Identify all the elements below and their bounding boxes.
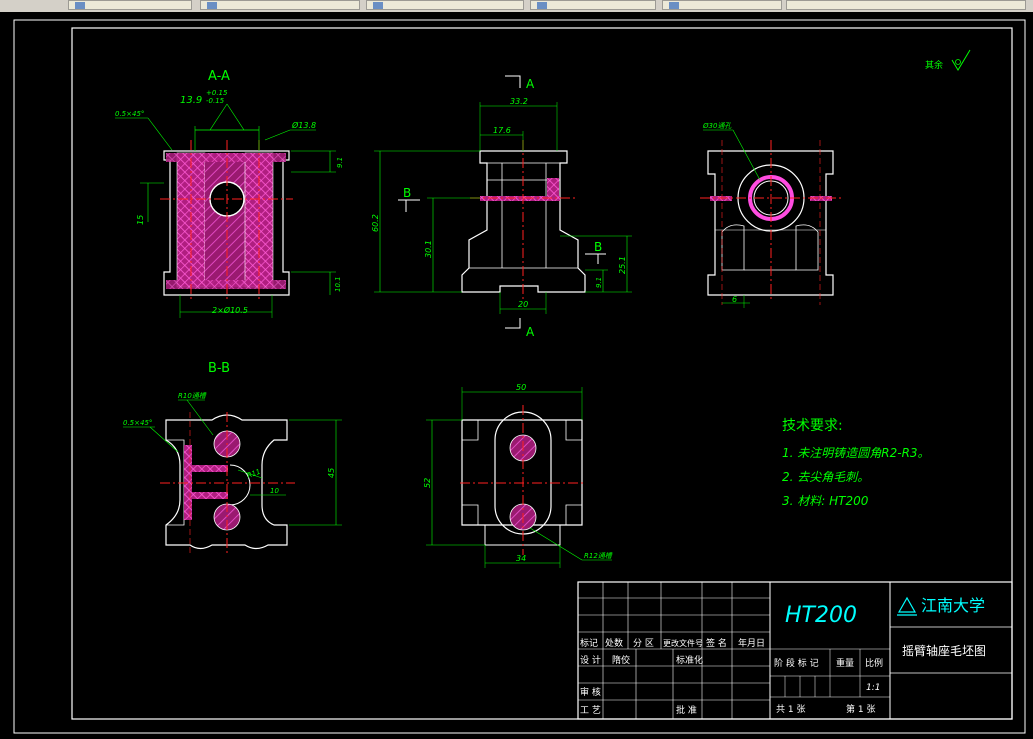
doc-tab-6[interactable] [786, 0, 1026, 10]
technical-requirements: 技术要求: 1. 未注明铸造圆角R2-R3。 2. 去尖角毛刺。 3. 材料: … [782, 418, 930, 508]
dim-91-a: 9.1 [336, 157, 344, 168]
svg-text:其余: 其余 [925, 59, 943, 71]
svg-text:+0.15: +0.15 [206, 89, 228, 97]
doc-tab-2[interactable] [200, 0, 360, 10]
label-bb: B-B [208, 361, 230, 376]
doc-tab-3[interactable] [366, 0, 524, 10]
side-view: Ø30通孔 6 [700, 122, 842, 308]
roughness-mark: 其余 [925, 49, 971, 71]
svg-text:A: A [526, 325, 535, 339]
dim-chamfer-top: 0.5×45° [115, 110, 144, 118]
dim-101: 10.1 [334, 276, 342, 292]
dim-6: 6 [732, 295, 737, 304]
dim-52: 52 [423, 478, 432, 488]
material-label: HT200 [785, 603, 857, 628]
section-view-bb: B-B R10通槽 0.5×45° R11 10 45 [123, 361, 342, 553]
svg-text:年月日: 年月日 [738, 637, 765, 649]
document-icon [373, 2, 383, 9]
section-view-aa: A-A 13.9 +0.15 -0.15 0.5×45° Ø13.8 15 9.… [115, 69, 344, 318]
tech-item-1: 1. 未注明铸造圆角R2-R3。 [782, 446, 930, 460]
svg-text:第 1 张: 第 1 张 [846, 703, 875, 715]
dim-r12: R12通槽 [584, 552, 614, 560]
svg-text:分 区: 分 区 [633, 638, 654, 649]
dim-20: 20 [518, 300, 528, 309]
doc-tab-1[interactable] [68, 0, 192, 10]
dim-50: 50 [516, 383, 526, 392]
dim-r10: R10通槽 [178, 392, 208, 400]
outer-border [13, 19, 1026, 734]
document-icon [75, 2, 85, 9]
doc-tab-4[interactable] [530, 0, 656, 10]
dim-91-b: 9.1 [595, 277, 603, 288]
svg-text:更改文件号: 更改文件号 [663, 638, 703, 648]
dim-2x105: 2×Ø10.5 [212, 305, 248, 315]
cad-drawing: A-A 13.9 +0.15 -0.15 0.5×45° Ø13.8 15 9.… [13, 19, 1026, 734]
school-logo-icon [897, 596, 917, 613]
svg-text:A: A [526, 77, 535, 91]
dim-602: 60.2 [371, 214, 380, 232]
svg-text:标准化: 标准化 [676, 654, 703, 666]
document-icon [207, 2, 217, 9]
title-block-text: HT200 江南大学 摇臂轴座毛坯图 标记 处数 分 区 更改文件号 签 名 年… [580, 596, 986, 716]
svg-text:B: B [403, 186, 411, 200]
tech-title: 技术要求: [782, 418, 843, 434]
svg-text:B: B [594, 240, 602, 254]
document-icon [537, 2, 547, 9]
front-view: A A 33.2 17.6 60.2 30.1 B 25.1 9.1 B 20 [371, 75, 632, 339]
svg-text:-0.15: -0.15 [206, 97, 225, 105]
svg-text:1:1: 1:1 [866, 683, 880, 693]
svg-text:隋佼: 隋佼 [612, 654, 630, 666]
dim-dia-138: Ø13.8 [291, 120, 316, 130]
dim-chamfer-bb: 0.5×45° [123, 419, 152, 427]
svg-text:标记: 标记 [580, 637, 598, 649]
dim-30hole: Ø30通孔 [702, 122, 732, 130]
svg-text:批 准: 批 准 [676, 704, 697, 716]
dim-176: 17.6 [493, 126, 511, 135]
svg-text:审 核: 审 核 [580, 686, 601, 698]
doc-tab-5[interactable] [662, 0, 782, 10]
dim-45: 45 [327, 468, 336, 478]
svg-text:签 名: 签 名 [706, 637, 727, 649]
svg-text:阶 段 标 记: 阶 段 标 记 [774, 657, 819, 669]
svg-text:共 1 张: 共 1 张 [776, 704, 805, 715]
bottom-view: 50 52 34 R12通槽 [423, 383, 614, 568]
dim-301: 30.1 [424, 240, 433, 258]
part-name: 摇臂轴座毛坯图 [902, 643, 986, 658]
drawing-canvas[interactable]: A-A 13.9 +0.15 -0.15 0.5×45° Ø13.8 15 9.… [0, 12, 1033, 739]
tech-item-2: 2. 去尖角毛刺。 [782, 470, 869, 484]
document-icon [669, 2, 679, 9]
label-aa: A-A [208, 69, 230, 84]
tech-item-3: 3. 材料: HT200 [782, 494, 869, 508]
svg-text:比例: 比例 [865, 657, 883, 669]
school-name: 江南大学 [921, 596, 985, 615]
dim-34: 34 [516, 554, 526, 563]
dim-251: 25.1 [618, 256, 627, 274]
dim-15: 15 [136, 215, 145, 225]
svg-text:工 艺: 工 艺 [580, 705, 601, 716]
svg-text:处数: 处数 [605, 637, 623, 649]
dim-332: 33.2 [510, 97, 528, 106]
dim-bore-tol: 13.9 [180, 95, 202, 106]
dim-10: 10 [270, 487, 279, 495]
svg-text:重量: 重量 [836, 657, 854, 669]
dim-r11: R11 [246, 468, 262, 480]
svg-text:设 计: 设 计 [580, 654, 601, 666]
